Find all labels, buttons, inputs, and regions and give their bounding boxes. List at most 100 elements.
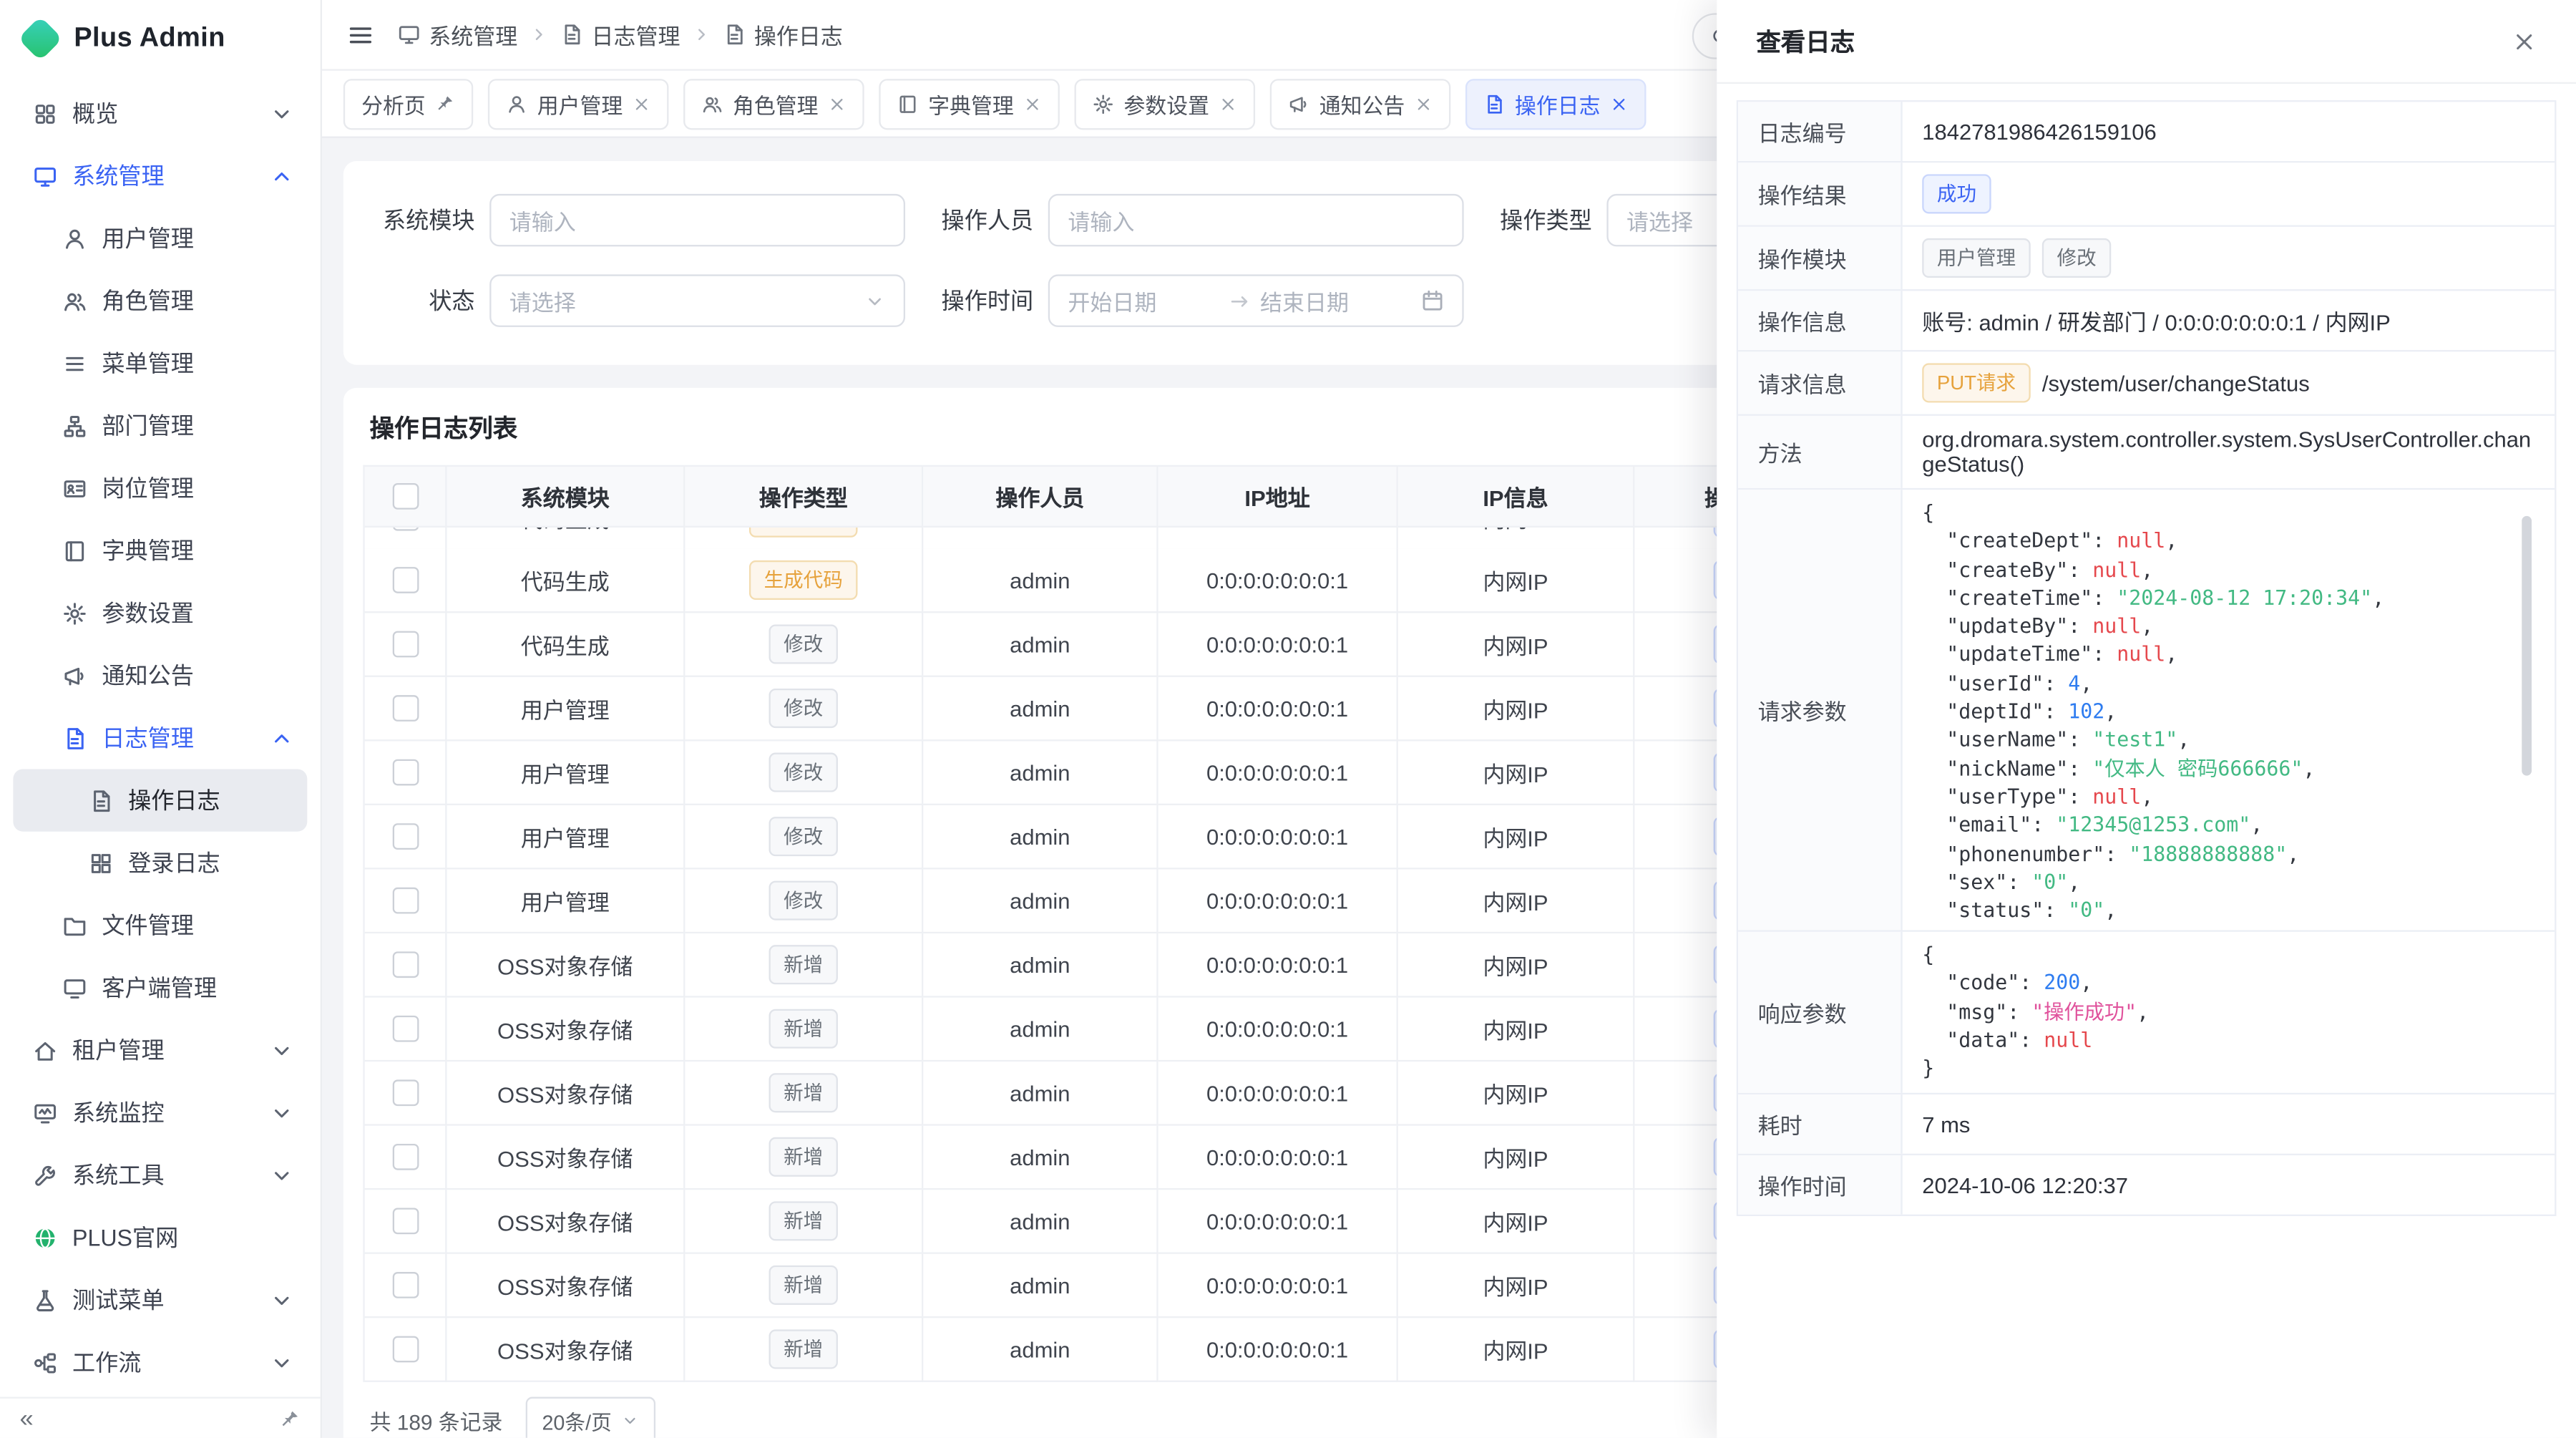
tab-operation-log[interactable]: 操作日志 (1465, 78, 1646, 129)
detail-label: 操作结果 (1738, 162, 1903, 225)
cell-module: OSS对象存储 (447, 1254, 685, 1318)
row-checkbox[interactable] (392, 1144, 419, 1170)
cell-ip-info: 内网IP (1398, 933, 1635, 998)
tab-close-icon[interactable] (633, 94, 650, 112)
row-checkbox[interactable] (392, 695, 419, 722)
menu-toggle-button[interactable] (346, 21, 374, 49)
sidebar-item-dict-management[interactable]: 字典管理 (13, 520, 307, 582)
cell-ip-info: 内网IP (1398, 1126, 1635, 1190)
select-all-checkbox[interactable] (392, 483, 419, 510)
cell-action: 新增 (685, 1190, 923, 1254)
column-header: IP信息 (1398, 467, 1635, 528)
breadcrumb-label: 系统管理 (429, 18, 517, 51)
action-type-badge: 修改 (769, 753, 837, 792)
sidebar-item-test-menu[interactable]: 测试菜单 (13, 1268, 307, 1331)
app-root: Plus Admin 概览系统管理用户管理角色管理菜单管理部门管理岗位管理字典管… (0, 0, 2576, 1438)
chevron-down-icon (622, 1411, 640, 1429)
sidebar-item-dept-management[interactable]: 部门管理 (13, 394, 307, 457)
tab-close-icon[interactable] (828, 94, 846, 112)
tab-role-management[interactable]: 角色管理 (683, 78, 864, 129)
detail-row-response-params: 响应参数{ "code": 200, "msg": "操作成功", "data"… (1738, 932, 2555, 1095)
operator-input[interactable]: 请输入 (1048, 194, 1464, 246)
cell-operator: admin (923, 1318, 1158, 1382)
tab-param-settings[interactable]: 参数设置 (1075, 78, 1256, 129)
detail-row-request-info: 请求信息PUT请求/system/user/changeStatus (1738, 351, 2555, 416)
sidebar-item-plus-website[interactable]: PLUS官网 (13, 1206, 307, 1268)
sidebar-item-post-management[interactable]: 岗位管理 (13, 457, 307, 519)
sidebar-item-role-management[interactable]: 角色管理 (13, 270, 307, 332)
tree-icon (62, 413, 87, 437)
page-size-select[interactable]: 20条/页 (526, 1396, 656, 1438)
sidebar-item-operation-log[interactable]: 操作日志 (13, 769, 307, 831)
status-select[interactable]: 请选择 (489, 274, 905, 326)
logo-row[interactable]: Plus Admin (0, 0, 321, 76)
system-module-input[interactable]: 请输入 (489, 194, 905, 246)
tab-close-icon[interactable] (1219, 94, 1237, 112)
sidebar-item-menu-management[interactable]: 菜单管理 (13, 332, 307, 394)
sidebar-item-file-management[interactable]: 文件管理 (13, 894, 307, 956)
sidebar-item-workflow[interactable]: 工作流 (13, 1331, 307, 1394)
row-checkbox[interactable] (392, 631, 419, 658)
cell-module: 代码生成 (447, 613, 685, 677)
breadcrumb-item-operation-log[interactable]: 操作日志 (723, 18, 843, 51)
checkbox-cell (365, 870, 447, 934)
action-type-badge: 新增 (769, 1329, 837, 1369)
tab-user-management[interactable]: 用户管理 (488, 78, 669, 129)
sidebar-item-log-management[interactable]: 日志管理 (13, 706, 307, 769)
breadcrumb-item-log-management[interactable]: 日志管理 (560, 18, 680, 51)
sidebar-pin-button[interactable] (279, 1407, 301, 1429)
sidebar-item-system-monitor[interactable]: 系统监控 (13, 1082, 307, 1144)
row-checkbox[interactable] (392, 567, 419, 593)
scrollbar-thumb[interactable] (2522, 516, 2532, 776)
sidebar-item-label: 日志管理 (102, 722, 194, 754)
detail-label: 耗时 (1738, 1095, 1903, 1155)
tab-analysis[interactable]: 分析页 (343, 78, 473, 129)
tab-notice[interactable]: 通知公告 (1270, 78, 1451, 129)
filter-group-system-module: 系统模块请输入 (373, 194, 905, 246)
chevron-down-icon (270, 1350, 294, 1374)
users-icon (701, 93, 723, 115)
dashboard-icon (33, 101, 57, 125)
drawer-close-button[interactable] (2512, 29, 2536, 53)
cell-ip-info: 内网IP (1398, 1190, 1635, 1254)
sidebar-item-notice[interactable]: 通知公告 (13, 644, 307, 706)
row-checkbox[interactable] (392, 1336, 419, 1363)
row-checkbox[interactable] (392, 1079, 419, 1106)
tab-close-icon[interactable] (1024, 94, 1042, 112)
detail-row-module: 操作模块用户管理修改 (1738, 227, 2555, 291)
breadcrumb: 系统管理 日志管理 操作日志 (398, 18, 843, 51)
row-checkbox[interactable] (392, 823, 419, 850)
total-records: 共 189 条记录 (370, 1404, 503, 1436)
sidebar-item-system-tools[interactable]: 系统工具 (13, 1144, 307, 1206)
detail-label: 操作信息 (1738, 291, 1903, 350)
sidebar-item-client-management[interactable]: 客户端管理 (13, 956, 307, 1019)
tab-close-icon[interactable] (1415, 94, 1433, 112)
tab-label: 参数设置 (1124, 88, 1209, 120)
checkbox-cell (365, 805, 447, 870)
sidebar-item-overview[interactable]: 概览 (13, 82, 307, 145)
operation-time-daterange[interactable]: 开始日期结束日期 (1048, 274, 1464, 326)
sidebar-item-label: 测试菜单 (72, 1283, 165, 1316)
sidebar-item-login-log[interactable]: 登录日志 (13, 832, 307, 894)
row-checkbox[interactable] (392, 951, 419, 978)
sidebar-item-label: 用户管理 (102, 222, 194, 255)
cell-module: 用户管理 (447, 677, 685, 742)
tab-close-icon[interactable] (1610, 94, 1628, 112)
row-checkbox[interactable] (392, 1016, 419, 1042)
cell-ip: 0:0:0:0:0:0:0:1 (1158, 1062, 1398, 1126)
row-checkbox[interactable] (392, 528, 419, 531)
json-code: { "createDept": null, "createBy": null, … (1922, 500, 2532, 920)
sidebar-item-user-management[interactable]: 用户管理 (13, 207, 307, 269)
sidebar-item-label: 菜单管理 (102, 346, 194, 379)
row-checkbox[interactable] (392, 1208, 419, 1235)
tab-dict-management[interactable]: 字典管理 (879, 78, 1060, 129)
sidebar-item-tenant-management[interactable]: 租户管理 (13, 1019, 307, 1081)
row-checkbox[interactable] (392, 759, 419, 786)
row-checkbox[interactable] (392, 1272, 419, 1298)
cell-operator: admin (923, 677, 1158, 742)
sidebar-item-param-settings[interactable]: 参数设置 (13, 582, 307, 644)
sidebar-item-system-management[interactable]: 系统管理 (13, 145, 307, 207)
sidebar-collapse-button[interactable]: « (20, 1406, 34, 1430)
row-checkbox[interactable] (392, 888, 419, 914)
breadcrumb-item-system-management[interactable]: 系统管理 (398, 18, 518, 51)
